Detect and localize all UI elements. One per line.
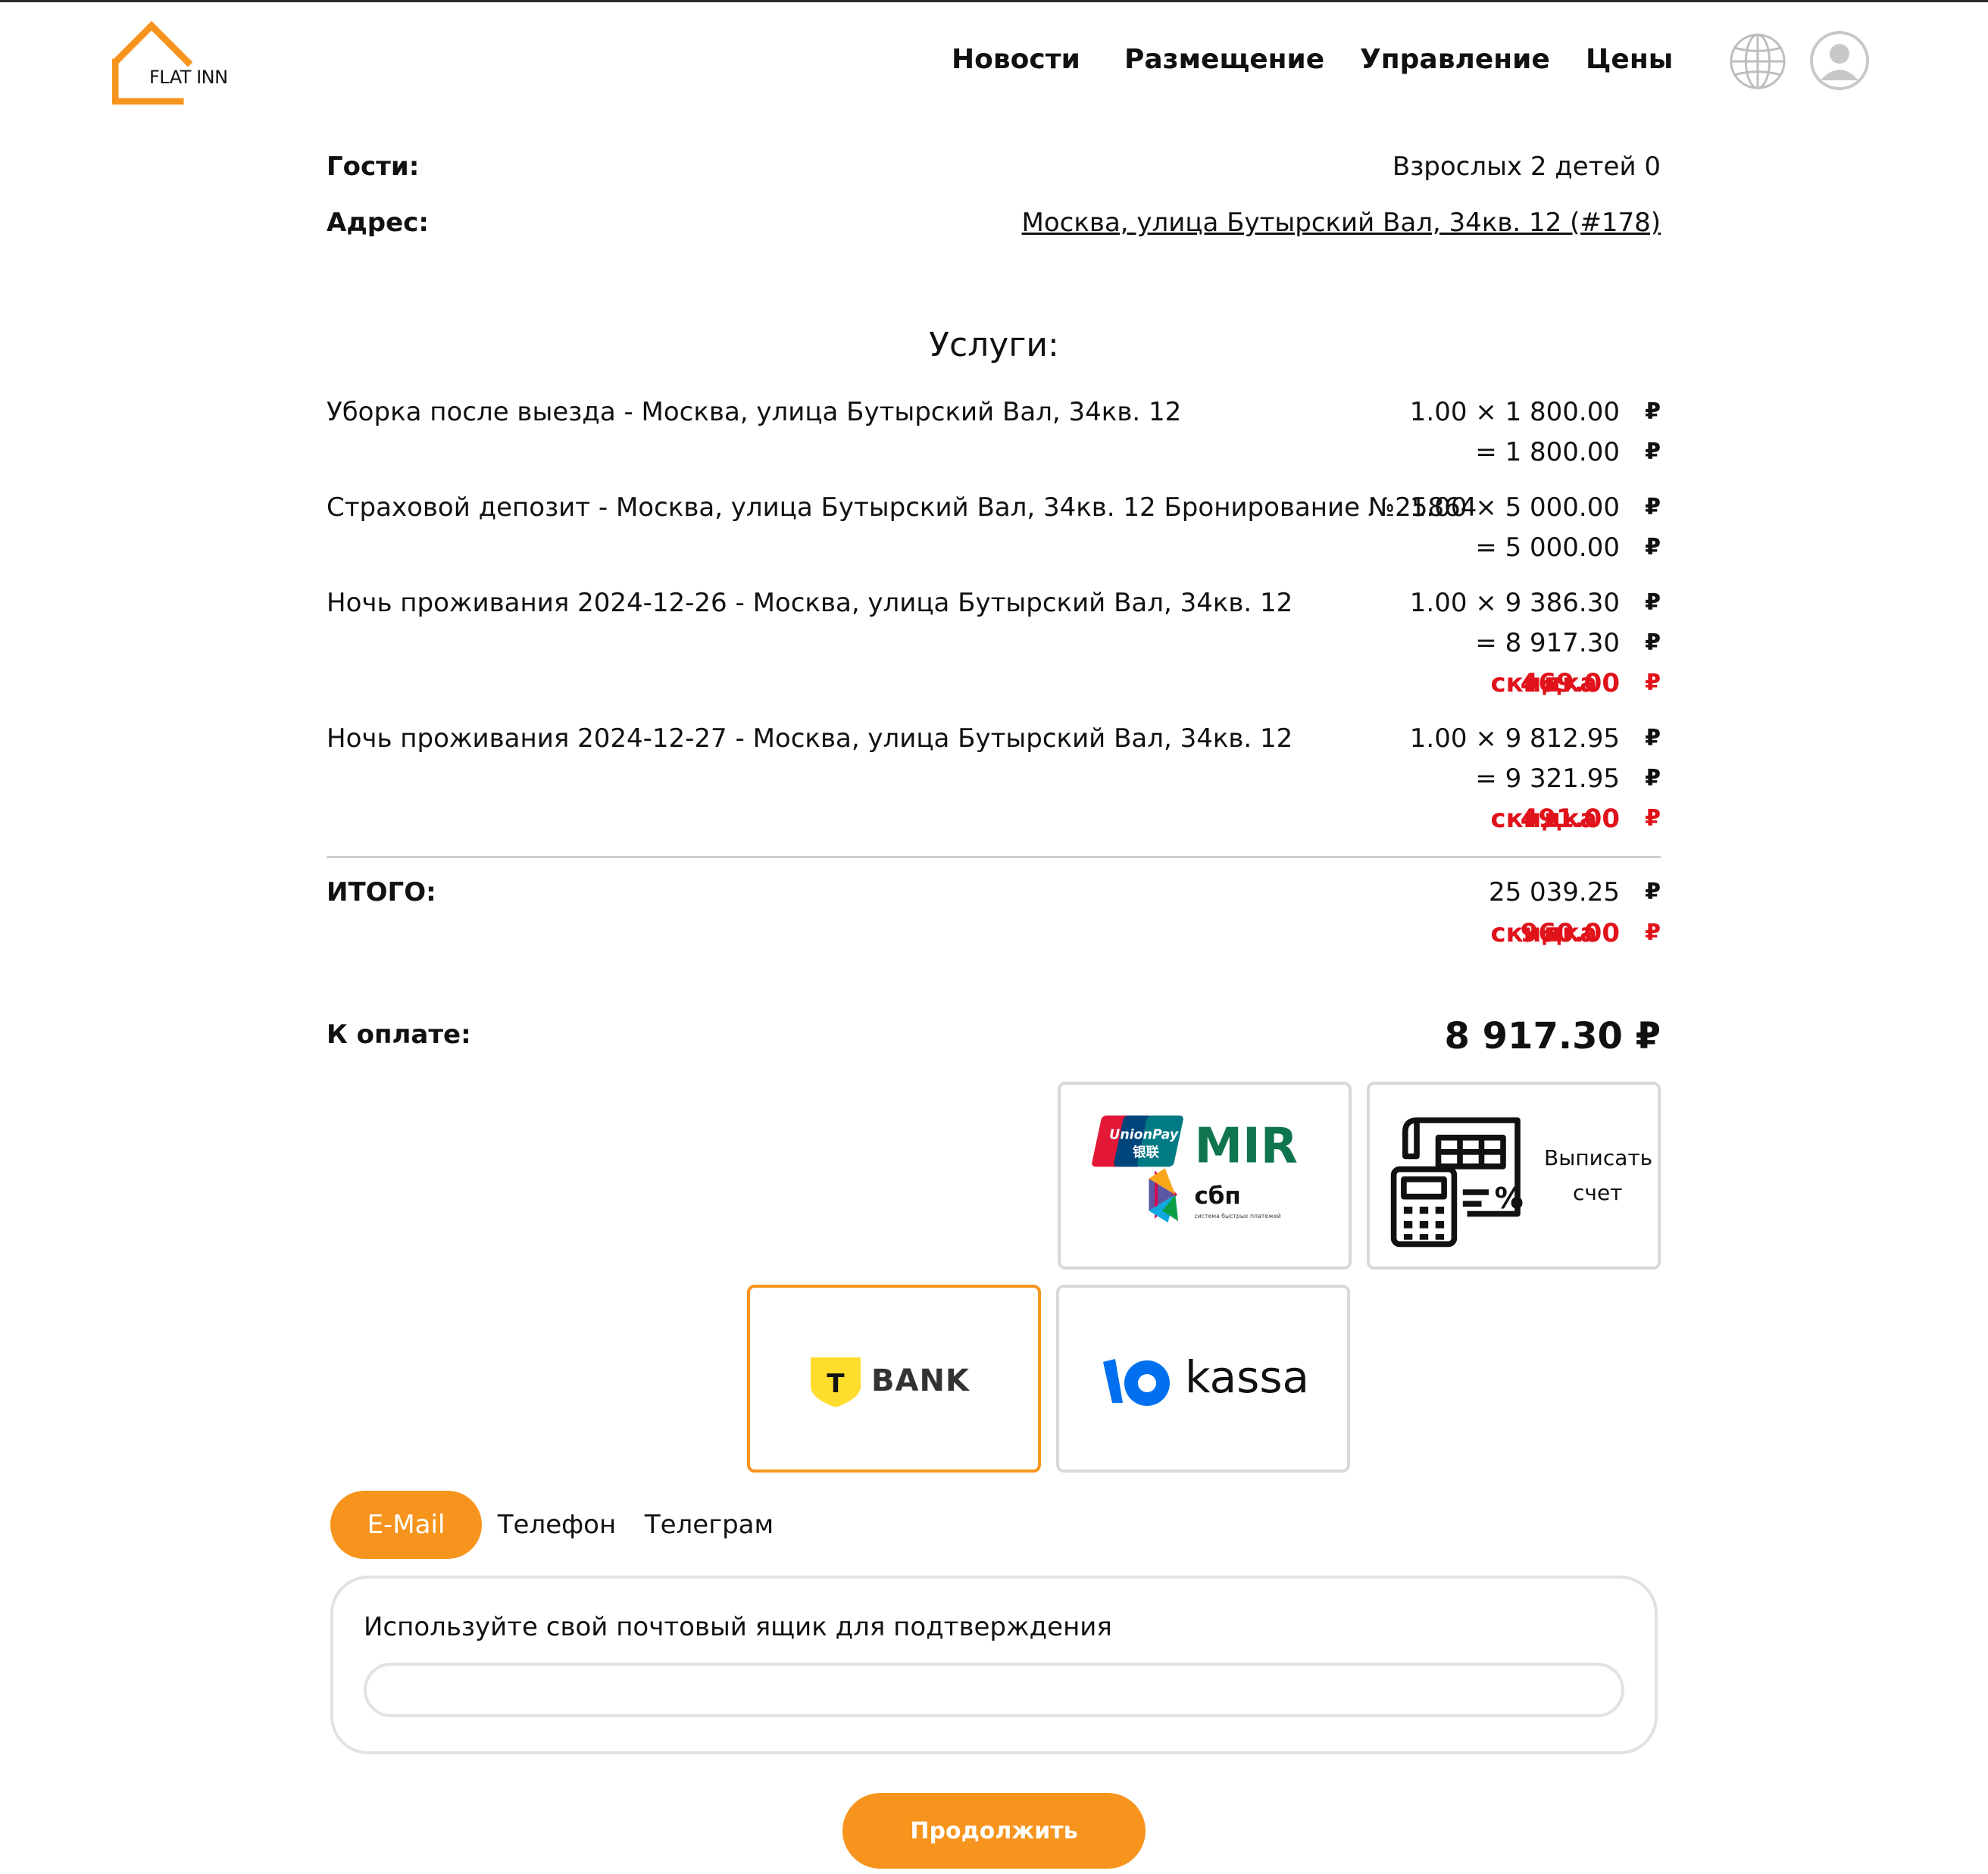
user-avatar-icon[interactable]	[1809, 30, 1870, 91]
currency-sign: ₽	[1645, 670, 1661, 696]
currency-sign: ₽	[1645, 920, 1661, 946]
discount-value: 491.00	[1520, 804, 1620, 834]
guests-value: Взрослых 2 детей 0	[1392, 151, 1661, 182]
yookassa-label: kassa	[1185, 1351, 1310, 1403]
currency-sign: ₽	[1645, 534, 1661, 561]
discount-value: 469.00	[1520, 668, 1620, 698]
invoice-label-line2: счет	[1573, 1180, 1623, 1205]
nav-management[interactable]: Управление	[1360, 44, 1550, 75]
service-total: = 1 800.00	[1475, 437, 1620, 467]
svg-text:银联: 银联	[1133, 1145, 1159, 1160]
currency-sign: ₽	[1645, 589, 1661, 616]
service-total: = 9 321.95	[1475, 764, 1620, 794]
globe-icon[interactable]	[1728, 32, 1787, 91]
service-name: Уборка после выезда - Москва, улица Буты…	[327, 397, 1182, 427]
tab-telegram[interactable]: Телеграм	[645, 1491, 774, 1559]
payment-method-tbank[interactable]: T BANK	[747, 1285, 1041, 1473]
tbank-shield-icon: T	[811, 1357, 861, 1407]
tbank-label: BANK	[871, 1363, 970, 1398]
tab-email[interactable]: E-Mail	[330, 1491, 482, 1559]
payment-method-yookassa[interactable]: kassa	[1056, 1285, 1350, 1473]
svg-text:сбп: сбп	[1194, 1182, 1240, 1210]
logo-text: FLAT INN	[149, 67, 228, 88]
service-name: Страховой депозит - Москва, улица Бутырс…	[327, 492, 1477, 523]
payment-method-cards[interactable]: UnionPay 银联 MIR сбп система быстрых плат…	[1058, 1082, 1352, 1270]
currency-sign: ₽	[1645, 805, 1661, 832]
address-label: Адрес:	[327, 208, 429, 238]
unionpay-mir-sbp-logo-icon: UnionPay 银联 MIR сбп система быстрых плат…	[1092, 1115, 1298, 1223]
currency-sign: ₽	[1645, 725, 1661, 751]
total-discount-value: 960.00	[1520, 918, 1620, 948]
service-qty-price: 1.00 × 1 800.00	[1409, 397, 1620, 427]
invoice-label-line1: Выписать	[1544, 1145, 1653, 1170]
invoice-calculator-icon: %	[1390, 1117, 1524, 1248]
total-sum: 25 039.25	[1488, 877, 1620, 907]
currency-sign: ₽	[1645, 629, 1661, 656]
service-name: Ночь проживания 2024-12-27 - Москва, ули…	[327, 723, 1293, 754]
svg-text:UnionPay: UnionPay	[1109, 1128, 1179, 1143]
service-qty-price: 1.00 × 9 386.30	[1409, 588, 1620, 618]
address-link[interactable]: Москва, улица Бутырский Вал, 34кв. 12 (#…	[1022, 208, 1661, 238]
to-pay-amount: 8 917.30 ₽	[1444, 1015, 1661, 1057]
nav-prices[interactable]: Цены	[1586, 44, 1673, 75]
email-prompt: Используйте свой почтовый ящик для подтв…	[364, 1612, 1112, 1642]
to-pay-label: К оплате:	[327, 1020, 471, 1050]
payment-method-invoice[interactable]: % Выписать счет	[1367, 1082, 1661, 1270]
email-input[interactable]	[364, 1663, 1624, 1717]
svg-text:система быстрых платежей: система быстрых платежей	[1194, 1213, 1280, 1220]
currency-sign: ₽	[1645, 879, 1661, 905]
service-qty-price: 1.00 × 9 812.95	[1409, 723, 1620, 754]
svg-text:T: T	[827, 1369, 845, 1399]
services-title: Услуги:	[929, 326, 1059, 364]
currency-sign: ₽	[1645, 765, 1661, 792]
continue-button[interactable]: Продолжить	[842, 1793, 1146, 1869]
currency-sign: ₽	[1645, 494, 1661, 520]
total-label: ИТОГО:	[327, 877, 436, 907]
svg-text:MIR: MIR	[1194, 1119, 1297, 1175]
top-border	[0, 0, 1988, 2]
service-name: Ночь проживания 2024-12-26 - Москва, ули…	[327, 588, 1293, 618]
totals-divider	[327, 856, 1661, 858]
service-qty-price: 1.00 × 5 000.00	[1409, 492, 1620, 523]
guests-label: Гости:	[327, 151, 420, 182]
service-total: = 5 000.00	[1475, 533, 1620, 563]
currency-sign: ₽	[1645, 398, 1661, 425]
service-total: = 8 917.30	[1475, 628, 1620, 658]
tab-phone[interactable]: Телефон	[498, 1491, 616, 1559]
nav-accommodation[interactable]: Размещение	[1124, 44, 1324, 75]
house-logo-icon	[112, 20, 193, 105]
nav-news[interactable]: Новости	[952, 44, 1080, 75]
currency-sign: ₽	[1645, 439, 1661, 465]
svg-text:%: %	[1495, 1182, 1524, 1215]
yookassa-logo-icon	[1103, 1359, 1170, 1406]
